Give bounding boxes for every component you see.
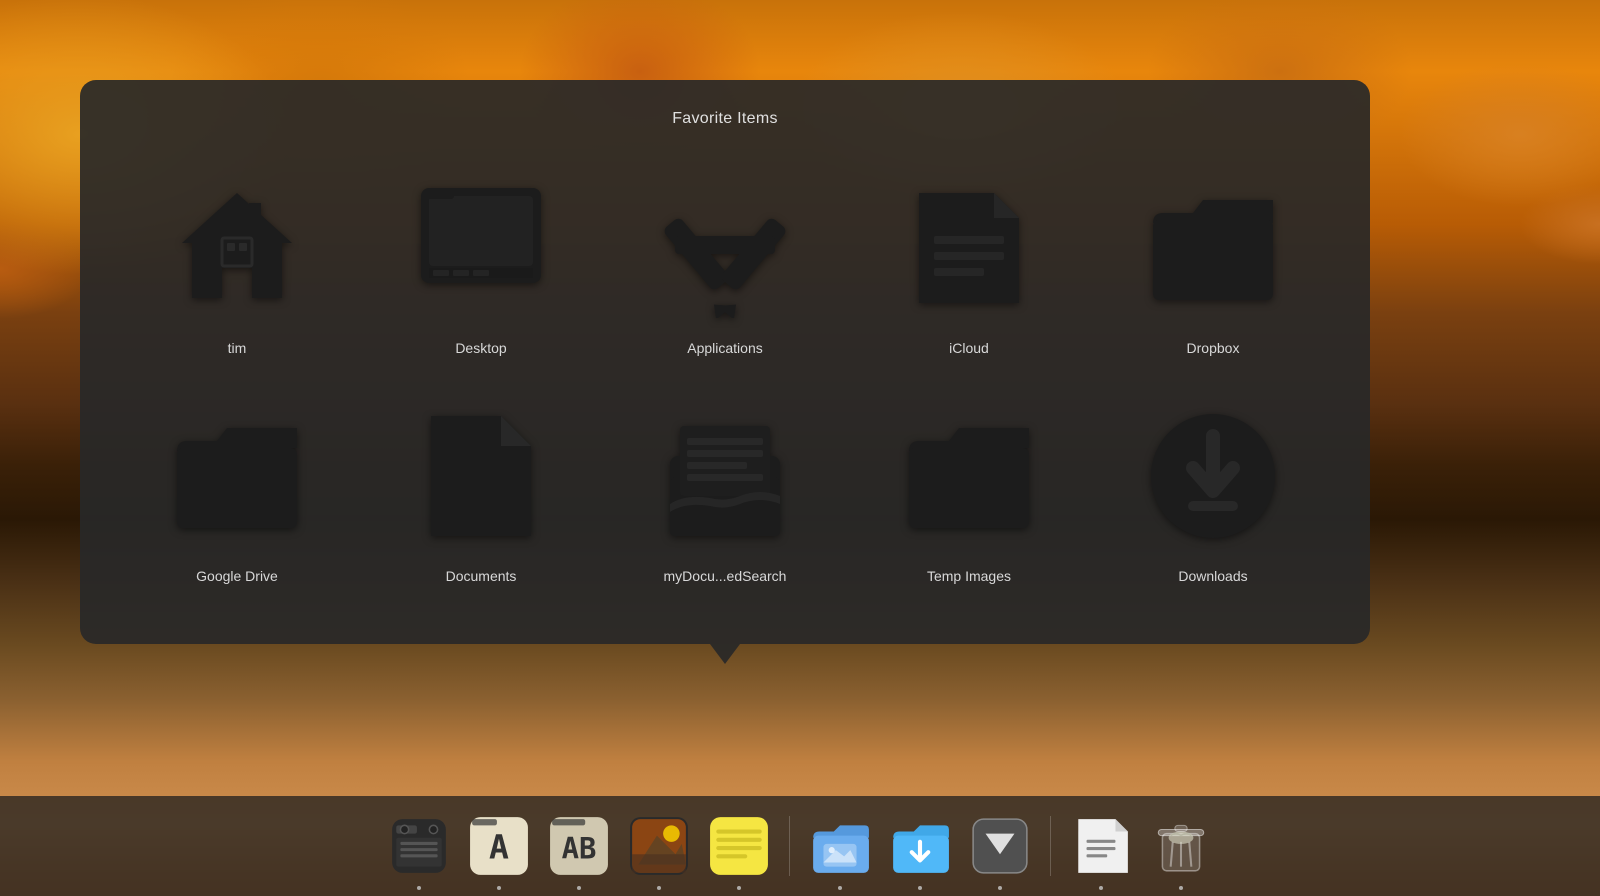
dock-divider-2 xyxy=(1050,816,1051,876)
dock-item-rename-a[interactable]: A xyxy=(463,810,535,882)
dock-item-downloads-folder[interactable] xyxy=(884,810,956,882)
dock: A AB xyxy=(0,796,1600,896)
dock-item-textedit[interactable] xyxy=(1065,810,1137,882)
grid-item-google-drive[interactable]: Google Drive xyxy=(120,386,354,594)
grid-item-applications[interactable]: Applications xyxy=(608,158,842,366)
dock-item-rename-b[interactable]: AB xyxy=(543,810,615,882)
grid-item-tim[interactable]: tim xyxy=(120,158,354,366)
applications-icon xyxy=(645,168,805,328)
popup-tail xyxy=(710,644,740,664)
documents-icon xyxy=(401,396,561,556)
icloud-icon xyxy=(889,168,1049,328)
dropbox-label: Dropbox xyxy=(1187,340,1240,356)
dock-item-stickies[interactable] xyxy=(703,810,775,882)
temp-images-icon xyxy=(889,396,1049,556)
google-drive-icon xyxy=(157,396,317,556)
desktop-label: Desktop xyxy=(455,340,506,356)
grid-item-temp-images[interactable]: Temp Images xyxy=(852,386,1086,594)
dock-indicator-stickies xyxy=(737,886,741,890)
dock-indicator-rename-a xyxy=(497,886,501,890)
grid-item-documents[interactable]: Documents xyxy=(364,386,598,594)
dock-indicator-textedit xyxy=(1099,886,1103,890)
mydocusearch-label: myDocu...edSearch xyxy=(664,568,787,584)
dock-indicator-data-jar xyxy=(417,886,421,890)
dock-item-photos[interactable] xyxy=(804,810,876,882)
dock-divider xyxy=(789,816,790,876)
grid-item-dropbox[interactable]: Dropbox xyxy=(1096,158,1330,366)
google-drive-label: Google Drive xyxy=(196,568,278,584)
dropbox-icon xyxy=(1133,168,1293,328)
applications-label: Applications xyxy=(687,340,763,356)
desktop-icon xyxy=(401,168,561,328)
downloads-icon xyxy=(1133,396,1293,556)
dock-item-data-jar[interactable] xyxy=(383,810,455,882)
grid-item-mydocusearch[interactable]: myDocu...edSearch xyxy=(608,386,842,594)
temp-images-label: Temp Images xyxy=(927,568,1011,584)
items-grid: tim Desktop xyxy=(120,158,1330,594)
dock-indicator-rename-b xyxy=(577,886,581,890)
grid-item-desktop[interactable]: Desktop xyxy=(364,158,598,366)
dock-item-image-capture[interactable] xyxy=(623,810,695,882)
dock-item-trash[interactable] xyxy=(1145,810,1217,882)
downloads-label: Downloads xyxy=(1178,568,1247,584)
dock-indicator-stack xyxy=(998,886,1002,890)
documents-label: Documents xyxy=(446,568,517,584)
grid-item-downloads[interactable]: Downloads xyxy=(1096,386,1330,594)
mydocusearch-icon xyxy=(645,396,805,556)
tim-label: tim xyxy=(228,340,247,356)
dock-indicator-photos xyxy=(838,886,842,890)
dock-item-stack[interactable] xyxy=(964,810,1036,882)
dock-indicator-trash xyxy=(1179,886,1183,890)
popup-title: Favorite Items xyxy=(120,110,1330,128)
tim-icon xyxy=(157,168,317,328)
dock-indicator-downloads-folder xyxy=(918,886,922,890)
svg-text:A: A xyxy=(489,827,509,866)
icloud-label: iCloud xyxy=(949,340,989,356)
favorite-items-popup: Favorite Items tim xyxy=(80,80,1370,644)
grid-item-icloud[interactable]: iCloud xyxy=(852,158,1086,366)
dock-indicator-image-capture xyxy=(657,886,661,890)
svg-text:AB: AB xyxy=(562,831,597,865)
